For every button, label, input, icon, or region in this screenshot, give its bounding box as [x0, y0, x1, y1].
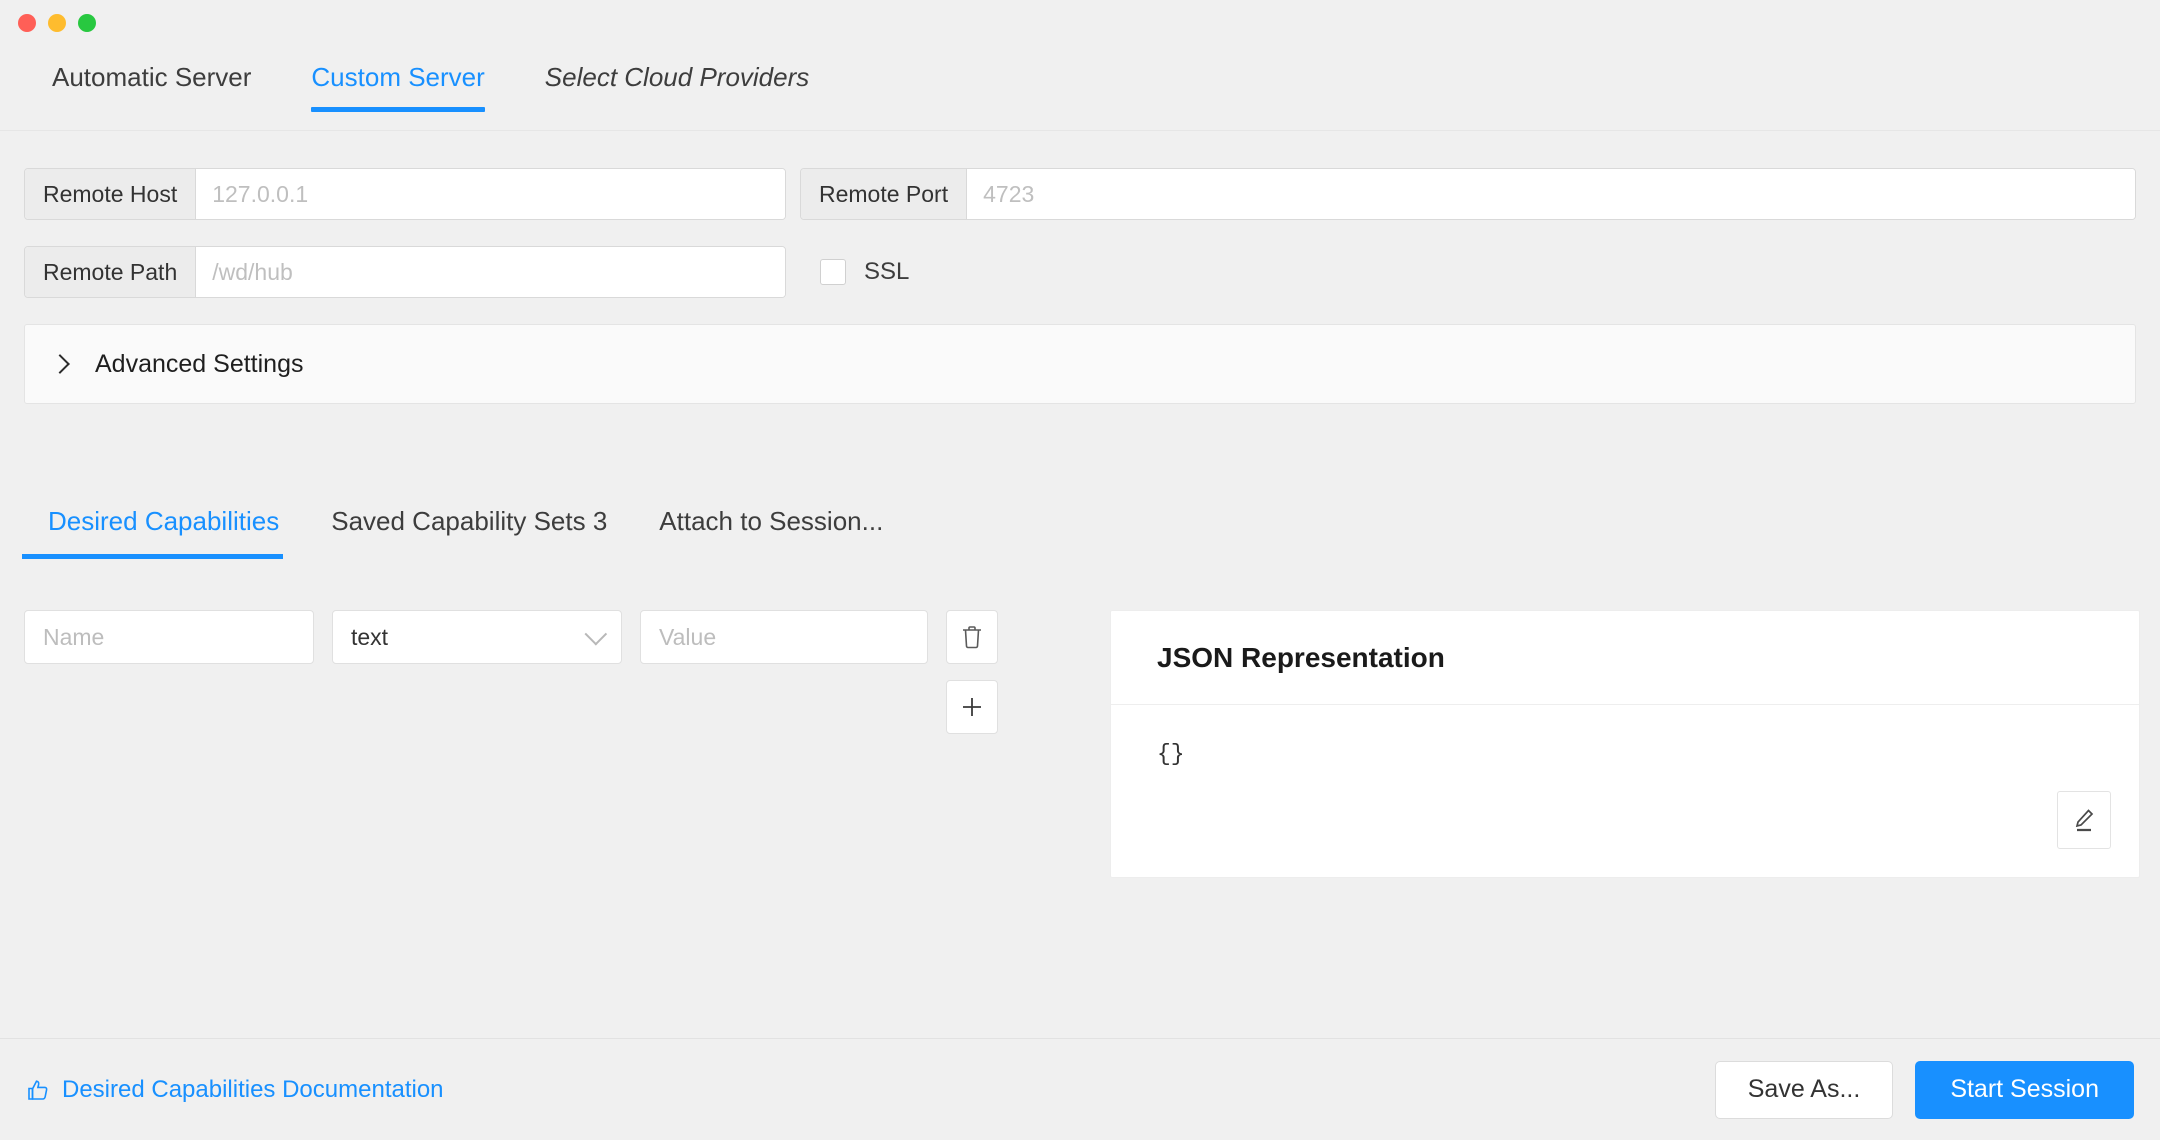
- remote-path-label: Remote Path: [25, 247, 197, 297]
- tab-custom-server-label: Custom Server: [311, 62, 485, 92]
- capability-actions: [946, 610, 998, 734]
- tab-desired-capabilities-label: Desired Capabilities: [48, 506, 280, 536]
- ssl-checkbox[interactable]: [820, 259, 846, 285]
- remote-port-input[interactable]: [967, 169, 2135, 219]
- remote-host-input[interactable]: [196, 169, 785, 219]
- advanced-settings-label: Advanced Settings: [95, 349, 304, 378]
- add-capability-button[interactable]: [946, 680, 998, 734]
- trash-icon: [963, 626, 981, 649]
- capability-value-input[interactable]: [640, 610, 928, 664]
- edit-json-button[interactable]: [2057, 791, 2111, 849]
- tab-saved-capability-sets[interactable]: Saved Capability Sets 3: [305, 500, 633, 559]
- remote-path-group: Remote Path: [24, 246, 786, 298]
- traffic-light-group: [18, 14, 96, 32]
- thumbs-up-icon: [28, 1079, 48, 1100]
- remote-port-group: Remote Port: [800, 168, 2136, 220]
- ssl-checkbox-wrap: SSL: [820, 258, 909, 286]
- json-panel-title: JSON Representation: [1111, 611, 2139, 705]
- remote-host-group: Remote Host: [24, 168, 786, 220]
- footer-bar: Desired Capabilities Documentation Save …: [0, 1039, 2160, 1140]
- ssl-label: SSL: [864, 258, 910, 285]
- pencil-icon: [2075, 809, 2094, 832]
- tab-select-cloud-providers-label: Select Cloud Providers: [544, 62, 810, 92]
- json-panel-body: {}: [1111, 705, 2139, 877]
- appium-inspector-window: Automatic Server Custom Server Select Cl…: [0, 0, 2160, 1140]
- desired-capabilities-documentation-link[interactable]: Desired Capabilities Documentation: [26, 1076, 444, 1104]
- json-content: {}: [1157, 741, 1185, 767]
- tab-desired-capabilities[interactable]: Desired Capabilities: [22, 500, 305, 559]
- minimize-window-icon[interactable]: [48, 14, 66, 32]
- tab-select-cloud-providers[interactable]: Select Cloud Providers: [515, 56, 839, 112]
- remote-host-label: Remote Host: [25, 169, 197, 219]
- plus-icon: [963, 698, 981, 716]
- capability-name-input[interactable]: [24, 610, 314, 664]
- host-port-row: Remote Host Remote Port: [0, 168, 2160, 220]
- tab-automatic-server-label: Automatic Server: [52, 62, 252, 92]
- remote-path-input[interactable]: [196, 247, 785, 297]
- delete-capability-button[interactable]: [946, 610, 998, 664]
- tab-saved-capability-sets-label: Saved Capability Sets 3: [331, 506, 608, 536]
- chevron-down-icon: [584, 622, 608, 646]
- capability-row: text: [24, 610, 1104, 734]
- window-titlebar: [0, 0, 2160, 46]
- advanced-settings-panel[interactable]: Advanced Settings: [24, 324, 2136, 404]
- capability-type-select[interactable]: text: [332, 610, 622, 664]
- tab-automatic-server[interactable]: Automatic Server: [22, 56, 281, 112]
- start-session-button[interactable]: Start Session: [1915, 1060, 2134, 1119]
- capability-tabs: Desired Capabilities Saved Capability Se…: [0, 500, 2160, 559]
- server-type-tabs: Automatic Server Custom Server Select Cl…: [0, 56, 2160, 131]
- json-representation-panel: JSON Representation {}: [1110, 610, 2140, 878]
- tab-custom-server[interactable]: Custom Server: [281, 56, 514, 112]
- doc-link-label: Desired Capabilities Documentation: [62, 1075, 444, 1103]
- close-window-icon[interactable]: [18, 14, 36, 32]
- remote-port-label: Remote Port: [801, 169, 968, 219]
- tab-attach-to-session[interactable]: Attach to Session...: [633, 500, 909, 559]
- save-as-button[interactable]: Save As...: [1714, 1060, 1894, 1119]
- capability-builder: text: [24, 610, 1104, 878]
- capability-editor-area: text: [0, 610, 2160, 878]
- capability-type-value: text: [351, 623, 389, 650]
- server-config-form: Remote Host Remote Port Remote Path SSL …: [0, 168, 2160, 404]
- tabs-divider: [0, 130, 2160, 131]
- tab-attach-to-session-label: Attach to Session...: [659, 506, 884, 536]
- path-ssl-row: Remote Path SSL: [0, 246, 2160, 298]
- chevron-right-icon: [50, 354, 70, 374]
- maximize-window-icon[interactable]: [78, 14, 96, 32]
